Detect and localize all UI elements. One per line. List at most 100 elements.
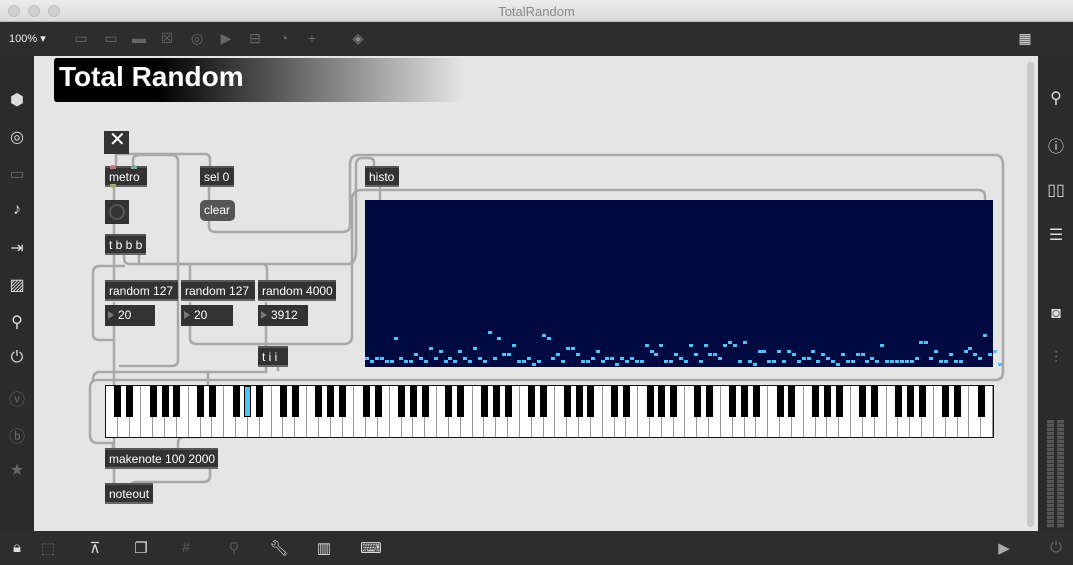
black-key[interactable] xyxy=(114,386,122,417)
black-key[interactable] xyxy=(906,386,914,417)
clear-message[interactable]: clear xyxy=(200,200,235,221)
histogram-multislider[interactable] xyxy=(365,200,1002,367)
black-key[interactable] xyxy=(741,386,749,417)
black-key[interactable] xyxy=(256,386,264,417)
toggle-object[interactable]: ✕ xyxy=(104,130,129,154)
black-key[interactable] xyxy=(315,386,323,417)
presentation-icon[interactable]: ⊼ xyxy=(84,539,106,557)
piano-icon[interactable]: ▥ xyxy=(313,539,335,557)
black-key[interactable] xyxy=(954,386,962,417)
black-key[interactable] xyxy=(362,386,370,417)
bang-button[interactable] xyxy=(105,200,129,224)
number-box-3[interactable]: 3912 xyxy=(258,305,308,326)
random-4000-object[interactable]: random 4000 xyxy=(258,280,336,301)
black-key[interactable] xyxy=(528,386,536,417)
black-key[interactable] xyxy=(279,386,287,417)
power-icon[interactable]: ⏻ xyxy=(1045,539,1067,556)
black-key[interactable] xyxy=(161,386,169,417)
lock-icon[interactable]: 🔒︎ xyxy=(6,539,28,556)
random-127-object-1[interactable]: random 127 xyxy=(105,280,178,301)
black-key[interactable] xyxy=(670,386,678,417)
black-key[interactable] xyxy=(812,386,820,417)
noteout-object[interactable]: noteout xyxy=(105,483,153,504)
black-key[interactable] xyxy=(705,386,713,417)
histogram-bin xyxy=(723,343,728,347)
black-key[interactable] xyxy=(149,386,157,417)
histo-object[interactable]: histo xyxy=(365,166,399,187)
black-key[interactable] xyxy=(622,386,630,417)
black-key[interactable] xyxy=(398,386,406,417)
black-key[interactable] xyxy=(409,386,417,417)
black-key[interactable] xyxy=(977,386,985,417)
histogram-bin xyxy=(571,347,576,350)
wrench-icon[interactable]: 🔧︎ xyxy=(268,539,290,557)
black-key[interactable] xyxy=(871,386,879,417)
black-key[interactable] xyxy=(918,386,926,417)
histogram-bin xyxy=(374,356,379,360)
black-key[interactable] xyxy=(563,386,571,417)
random-127-object-2[interactable]: random 127 xyxy=(181,280,255,301)
histogram-bin xyxy=(953,359,958,363)
metro-object[interactable]: metro xyxy=(105,165,147,188)
black-key[interactable] xyxy=(693,386,701,417)
histogram-bin xyxy=(669,359,674,363)
black-key[interactable] xyxy=(232,386,240,417)
black-key[interactable] xyxy=(244,386,252,417)
black-key[interactable] xyxy=(942,386,950,417)
black-key[interactable] xyxy=(835,386,843,417)
histogram-bin xyxy=(836,363,840,366)
black-key[interactable] xyxy=(197,386,205,417)
noteout-label: noteout xyxy=(109,487,150,501)
black-key[interactable] xyxy=(788,386,796,417)
keyboard-icon[interactable]: ⌨ xyxy=(360,539,382,557)
black-key[interactable] xyxy=(291,386,299,417)
black-key[interactable] xyxy=(776,386,784,417)
play-icon[interactable]: ▶ xyxy=(993,539,1015,557)
histogram-bin xyxy=(796,359,801,363)
black-key[interactable] xyxy=(658,386,666,417)
black-key[interactable] xyxy=(587,386,595,417)
presentation-select-icon[interactable]: ⬚ xyxy=(37,539,59,557)
black-key[interactable] xyxy=(339,386,347,417)
black-key[interactable] xyxy=(126,386,134,417)
sel-label: sel 0 xyxy=(204,170,230,184)
black-key[interactable] xyxy=(823,386,831,417)
black-key[interactable] xyxy=(894,386,902,417)
keyboard-kslider[interactable] xyxy=(105,385,994,438)
grid-snap-icon[interactable]: # xyxy=(175,539,197,556)
black-key[interactable] xyxy=(611,386,619,417)
trigger-bbb-object[interactable]: t b b b xyxy=(105,234,146,255)
histogram-bin xyxy=(934,350,939,354)
histogram-bin xyxy=(365,356,369,360)
histogram-bin xyxy=(399,356,404,360)
windows-icon[interactable]: ❐ xyxy=(130,539,152,557)
black-key[interactable] xyxy=(752,386,760,417)
attach-icon[interactable]: ⚲ xyxy=(223,539,245,557)
black-key[interactable] xyxy=(504,386,512,417)
black-key[interactable] xyxy=(327,386,335,417)
black-key[interactable] xyxy=(540,386,548,417)
trigger-ii-object[interactable]: t i i xyxy=(258,346,288,367)
black-key[interactable] xyxy=(457,386,465,417)
black-key[interactable] xyxy=(575,386,583,417)
sel-object[interactable]: sel 0 xyxy=(200,166,234,187)
histogram-bin xyxy=(850,359,855,363)
histogram-bin xyxy=(875,359,880,363)
black-key[interactable] xyxy=(208,386,216,417)
number-box-1[interactable]: 20 xyxy=(105,305,155,326)
black-key[interactable] xyxy=(374,386,382,417)
histogram-bin xyxy=(458,350,463,354)
black-key[interactable] xyxy=(492,386,500,417)
black-key[interactable] xyxy=(646,386,654,417)
number-box-2[interactable]: 20 xyxy=(181,305,233,326)
black-key[interactable] xyxy=(173,386,181,417)
histogram-bin xyxy=(517,359,522,363)
black-key[interactable] xyxy=(729,386,737,417)
makenote-object[interactable]: makenote 100 2000 xyxy=(105,448,218,469)
black-key[interactable] xyxy=(421,386,429,417)
histogram-bin xyxy=(541,334,546,338)
trigger-label: t b b b xyxy=(109,238,143,252)
black-key[interactable] xyxy=(480,386,488,417)
black-key[interactable] xyxy=(445,386,453,417)
black-key[interactable] xyxy=(859,386,867,417)
